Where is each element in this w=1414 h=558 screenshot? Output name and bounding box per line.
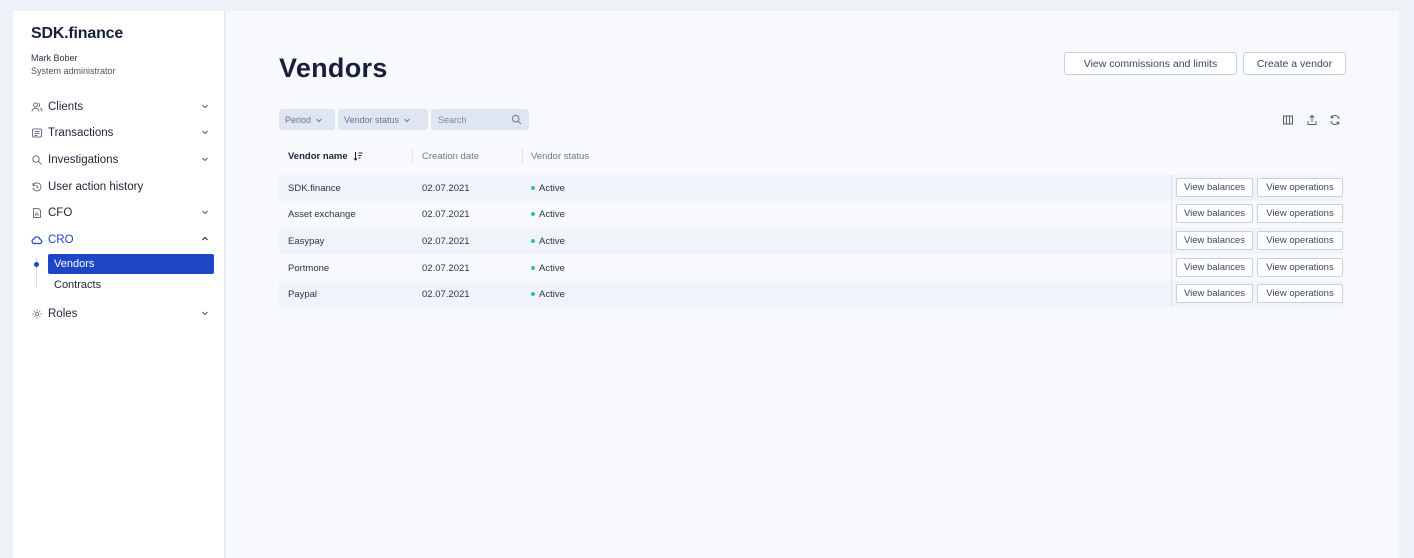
status-cell: Active (531, 255, 565, 281)
nav-item-roles[interactable]: Roles (31, 304, 211, 324)
vendor-status-filter[interactable]: Vendor status (338, 109, 428, 130)
status-dot (531, 212, 535, 216)
submenu-active-dot (34, 262, 39, 267)
status-cell: Active (531, 228, 565, 254)
nav-item-cro[interactable]: CRO (31, 230, 211, 250)
create-vendor-button[interactable]: Create a vendor (1243, 52, 1346, 75)
column-divider (1171, 201, 1172, 227)
chevron-down-icon[interactable] (199, 206, 211, 218)
period-filter-label: Period (285, 114, 312, 125)
vendor-name-cell[interactable]: Paypal (288, 281, 317, 307)
table-row: Easypay 02.07.2021 Active View balances … (279, 228, 1343, 254)
document-chart-icon (31, 207, 43, 219)
gear-icon (31, 308, 43, 320)
nav-item-clients[interactable]: Clients (31, 97, 211, 117)
column-divider (1171, 255, 1172, 281)
magnifier-icon (31, 154, 43, 166)
view-operations-button[interactable]: View operations (1257, 284, 1343, 303)
column-header-creation-date[interactable]: Creation date (422, 148, 479, 164)
nav-item-cfo[interactable]: CFO (31, 203, 211, 223)
column-header-vendor-name[interactable]: Vendor name (288, 148, 363, 164)
chevron-down-icon (316, 118, 322, 122)
creation-date-cell: 02.07.2021 (422, 208, 470, 220)
column-divider (1171, 228, 1172, 254)
creation-date-cell: 02.07.2021 (422, 235, 470, 247)
nav-label: Roles (48, 308, 78, 320)
view-operations-button[interactable]: View operations (1257, 178, 1343, 197)
view-balances-button[interactable]: View balances (1176, 178, 1253, 197)
users-icon (31, 101, 43, 113)
cloud-icon (31, 234, 43, 246)
status-cell: Active (531, 281, 565, 307)
view-balances-button[interactable]: View balances (1176, 258, 1253, 277)
chevron-down-icon[interactable] (199, 307, 211, 319)
table-row: SDK.finance 02.07.2021 Active View balan… (279, 175, 1343, 201)
view-balances-button[interactable]: View balances (1176, 204, 1253, 223)
creation-date-cell: 02.07.2021 (422, 182, 470, 194)
nav-item-transactions[interactable]: Transactions (31, 123, 211, 143)
table-row: Paypal 02.07.2021 Active View balances V… (279, 281, 1343, 307)
page-title: Vendors (279, 53, 388, 83)
chevron-down-icon[interactable] (199, 126, 211, 138)
status-dot (531, 266, 535, 270)
chevron-up-icon[interactable] (199, 233, 211, 245)
nav-item-investigations[interactable]: Investigations (31, 150, 211, 170)
status-dot (531, 239, 535, 243)
export-icon[interactable] (1306, 114, 1318, 126)
nav-label: CRO (48, 234, 74, 246)
sidebar-item-vendors[interactable]: Vendors (48, 254, 214, 274)
nav-item-user-action-history[interactable]: User action history (31, 177, 211, 197)
sidebar-item-contracts[interactable]: Contracts (48, 275, 214, 295)
chevron-down-icon[interactable] (199, 153, 211, 165)
user-name: Mark Bober (31, 53, 78, 63)
table-row: Asset exchange 02.07.2021 Active View ba… (279, 201, 1343, 227)
nav-label: User action history (48, 181, 144, 193)
vendor-name-cell[interactable]: Asset exchange (288, 201, 356, 227)
period-filter[interactable]: Period (279, 109, 335, 130)
column-divider (1171, 175, 1172, 201)
column-divider (1171, 281, 1172, 307)
nav-label: Clients (48, 101, 84, 113)
nav-label: CFO (48, 207, 73, 219)
creation-date-cell: 02.07.2021 (422, 288, 470, 300)
nav-label: Investigations (48, 154, 119, 166)
history-icon (31, 181, 43, 193)
view-balances-button[interactable]: View balances (1176, 284, 1253, 303)
column-divider (522, 148, 523, 164)
nav-label: Transactions (48, 127, 114, 139)
columns-icon[interactable] (1282, 114, 1294, 126)
view-operations-button[interactable]: View operations (1257, 258, 1343, 277)
chevron-down-icon[interactable] (199, 100, 211, 112)
column-divider (412, 148, 413, 164)
chevron-down-icon (404, 118, 410, 122)
user-role: System administrator (31, 66, 116, 76)
receipt-icon (31, 127, 43, 139)
status-cell: Active (531, 175, 565, 201)
view-commissions-button[interactable]: View commissions and limits (1064, 52, 1237, 75)
sidebar: SDK.finance Mark Bober System administra… (13, 11, 225, 558)
status-dot (531, 186, 535, 190)
creation-date-cell: 02.07.2021 (422, 262, 470, 274)
vendor-status-filter-label: Vendor status (344, 114, 400, 125)
refresh-icon[interactable] (1329, 114, 1341, 126)
table-row: Portmone 02.07.2021 Active View balances… (279, 255, 1343, 281)
view-balances-button[interactable]: View balances (1176, 231, 1253, 250)
vendor-name-cell[interactable]: SDK.finance (288, 175, 341, 201)
status-cell: Active (531, 201, 565, 227)
view-operations-button[interactable]: View operations (1257, 204, 1343, 223)
vendor-name-cell[interactable]: Easypay (288, 228, 324, 254)
column-header-vendor-status[interactable]: Vendor status (531, 148, 589, 164)
brand-logo[interactable]: SDK.finance (31, 25, 123, 43)
status-dot (531, 292, 535, 296)
vendor-name-cell[interactable]: Portmone (288, 255, 329, 281)
search-icon[interactable] (511, 114, 522, 125)
sort-icon[interactable] (353, 151, 363, 161)
view-operations-button[interactable]: View operations (1257, 231, 1343, 250)
main-content: Vendors View commissions and limits Crea… (226, 11, 1399, 558)
